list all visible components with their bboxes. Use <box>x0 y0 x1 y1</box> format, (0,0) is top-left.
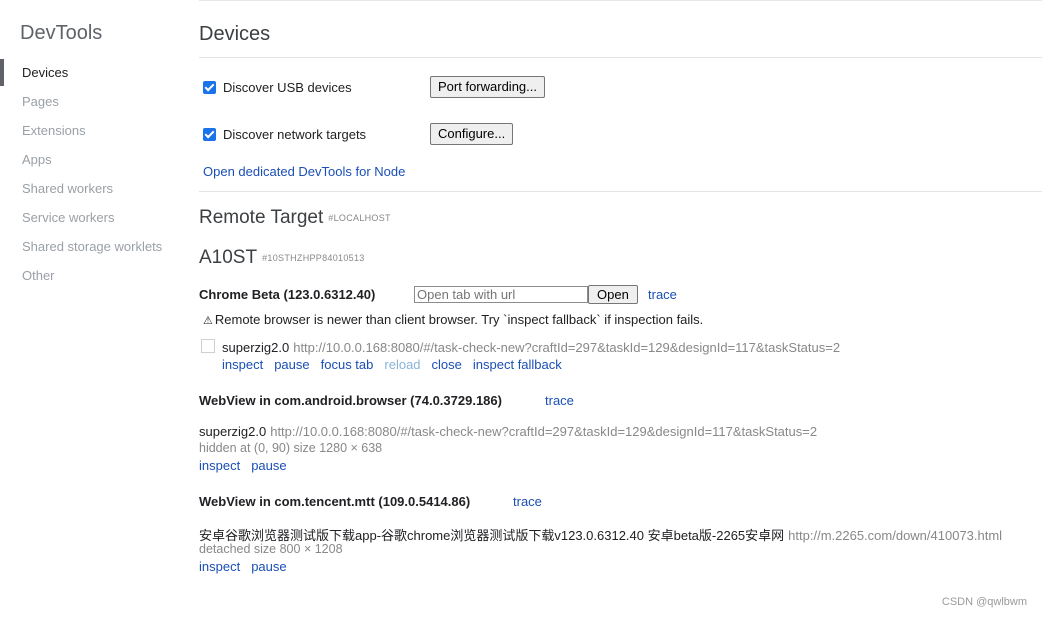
sidebar-item-apps[interactable]: Apps <box>0 145 180 174</box>
target-actions-android-webview: inspect pause <box>199 458 298 473</box>
remote-target-tag: #LOCALHOST <box>328 212 391 223</box>
top-divider <box>199 0 1042 1</box>
sidebar-item-pages[interactable]: Pages <box>0 87 180 116</box>
target-url: http://10.0.0.168:8080/#/task-check-new?… <box>270 424 818 439</box>
device-serial: #10STHZHPP84010513 <box>262 252 365 263</box>
close-link[interactable]: close <box>432 357 462 372</box>
watermark: CSDN @qwlbwm <box>941 596 1027 608</box>
target-title: 安卓谷歌浏览器测试版下载app-谷歌chrome浏览器测试版下载v123.0.6… <box>199 528 785 543</box>
inspect-link[interactable]: inspect <box>199 559 240 574</box>
target-actions-chrome-beta: inspect pause focus tab reload close inspect … <box>222 357 573 372</box>
remote-target-title: Remote Target <box>199 207 324 228</box>
device-name: A10ST <box>199 247 258 268</box>
sidebar-item-shared-storage-worklets[interactable]: Shared storage worklets <box>0 232 180 261</box>
port-forwarding-button[interactable]: Port forwarding... <box>430 76 545 98</box>
remote-target-heading: Remote Target #LOCALHOST <box>199 207 391 229</box>
target-meta-tencent-webview: detached size 800 × 1208 <box>199 542 343 556</box>
browser-name-tencent-webview: WebView in com.tencent.mtt (109.0.5414.8… <box>199 494 471 509</box>
target-row-chrome-beta: superzig2.0 http://10.0.0.168:8080/#/task… <box>222 340 840 355</box>
open-tab-button[interactable]: Open <box>588 285 638 304</box>
open-node-devtools-link[interactable]: Open dedicated DevTools for Node <box>203 164 405 179</box>
device-heading: A10ST #10STHZHPP84010513 <box>199 247 365 269</box>
browser-name-chrome-beta: Chrome Beta (123.0.6312.40) <box>199 287 376 302</box>
inspect-link[interactable]: inspect <box>199 458 240 473</box>
discover-usb-row: Discover USB devices <box>203 75 352 99</box>
trace-link-chrome-beta[interactable]: trace <box>648 287 677 302</box>
focus-tab-link[interactable]: focus tab <box>321 357 374 372</box>
browser-name-android-webview: WebView in com.android.browser (74.0.372… <box>199 393 502 408</box>
pause-link[interactable]: pause <box>251 458 286 473</box>
target-meta-android-webview: hidden at (0, 90) size 1280 × 638 <box>199 441 383 455</box>
inspect-fallback-link[interactable]: inspect fallback <box>473 357 562 372</box>
main-panel: Devices Discover USB devices Port forwar… <box>199 0 1042 617</box>
target-title: superzig2.0 <box>199 424 267 439</box>
target-url: http://10.0.0.168:8080/#/task-check-new?… <box>293 340 841 355</box>
target-url: http://m.2265.com/down/410073.html <box>788 528 1003 543</box>
sidebar-item-other[interactable]: Other <box>0 261 180 290</box>
sidebar-nav: Devices Pages Extensions Apps Shared wor… <box>0 58 180 290</box>
discover-network-checkbox[interactable] <box>203 127 216 141</box>
open-tab-url-input[interactable] <box>414 286 588 303</box>
trace-link-tencent-webview[interactable]: trace <box>513 494 542 509</box>
sidebar-item-extensions[interactable]: Extensions <box>0 116 180 145</box>
discover-network-label: Discover network targets <box>223 126 367 142</box>
discover-network-row: Discover network targets <box>203 122 366 146</box>
sidebar-item-shared-workers[interactable]: Shared workers <box>0 174 180 203</box>
inspect-link[interactable]: inspect <box>222 357 263 372</box>
page-title: Devices <box>199 23 271 45</box>
version-warning: ⚠ Remote browser is newer than client bro… <box>203 312 703 327</box>
warning-icon: ⚠ <box>203 315 213 327</box>
discover-usb-label: Discover USB devices <box>223 79 352 95</box>
page-thumbnail <box>201 339 215 353</box>
title-divider <box>199 57 1042 58</box>
target-title: superzig2.0 <box>222 340 290 355</box>
sidebar-item-devices[interactable]: Devices <box>0 58 180 87</box>
sidebar-title: DevTools <box>20 22 103 44</box>
warning-text: Remote browser is newer than client brow… <box>214 312 704 327</box>
reload-link: reload <box>384 357 421 372</box>
sidebar-item-service-workers[interactable]: Service workers <box>0 203 180 232</box>
pause-link[interactable]: pause <box>274 357 309 372</box>
section-divider <box>199 191 1042 192</box>
sidebar: DevTools Devices Pages Extensions Apps S… <box>0 0 180 617</box>
trace-link-android-webview[interactable]: trace <box>545 393 574 408</box>
target-row-android-webview: superzig2.0 http://10.0.0.168:8080/#/task… <box>199 424 817 439</box>
pause-link[interactable]: pause <box>251 559 286 574</box>
configure-button[interactable]: Configure... <box>430 123 514 145</box>
discover-usb-checkbox[interactable] <box>203 80 216 94</box>
target-actions-tencent-webview: inspect pause <box>199 559 298 574</box>
